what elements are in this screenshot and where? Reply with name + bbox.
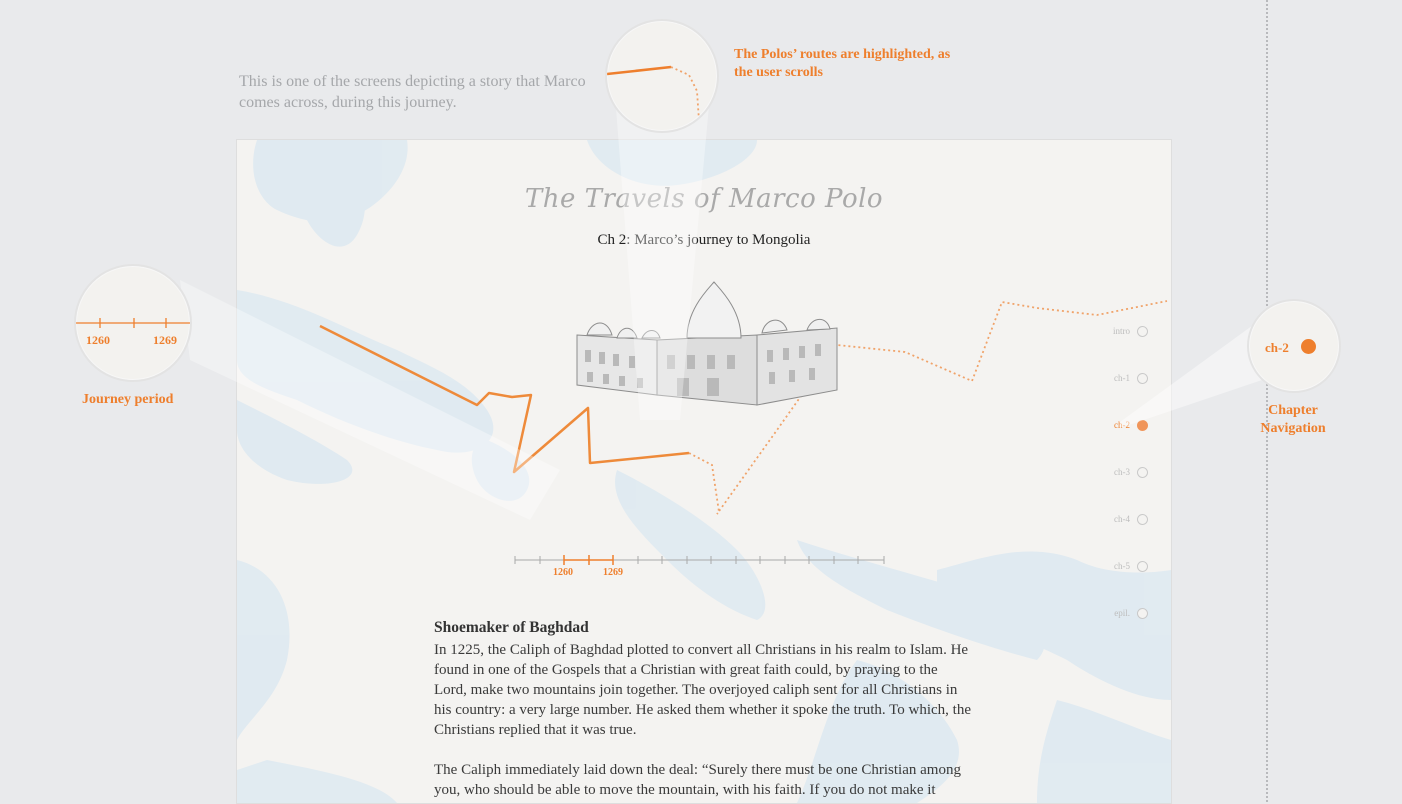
story-heading: Shoemaker of Baghdad [434,619,589,636]
chapter-nav-label: intro [1113,326,1130,336]
story-paragraph: In 1225, the Caliph of Baghdad plotted t… [434,642,972,738]
chapter-dot-icon [1137,420,1148,431]
intro-note: This is one of the screens depicting a s… [239,73,586,111]
timeline-end-label: 1269 [603,567,623,578]
chapter-nav-label: ch-3 [1114,467,1130,477]
chapter-nav-label: epil. [1114,608,1130,618]
chapter-nav-ch-1[interactable]: ch-1 [1082,372,1162,386]
chapter-nav-label: ch-1 [1114,373,1130,383]
chapter-nav-ch-5[interactable]: ch-5 [1082,560,1162,574]
chapter-dot-icon [1301,339,1316,354]
timeline-range [563,555,614,565]
story-screen: The Travels of Marco Polo Ch 2: Marco’s … [236,139,1172,804]
chapter-dot-icon [1137,326,1148,337]
story-paragraph: The Caliph immediately laid down the dea… [434,762,961,798]
journey-period-callout: 1260 1269 [74,264,192,382]
chapter-dot-icon [1137,514,1148,525]
chapter-nav-label: ch-5 [1114,561,1130,571]
chapter-nav-label: ch-2 [1114,420,1130,430]
callout-year-end: 1269 [153,333,177,347]
chapter-nav-ch-2[interactable]: ch-2 [1082,419,1162,433]
chapter-title: Ch 2: Marco’s journey to Mongolia [597,232,811,248]
chapter-nav-label: ch-4 [1114,514,1130,524]
routes-note: The Polos’ routes are highlighted, as th… [734,47,951,80]
chapter-dot-icon [1137,608,1148,619]
callout-chapter-label: ch-2 [1265,340,1289,355]
chapter-nav-note: Chapter Navigation [1260,403,1326,436]
chapter-nav-intro[interactable]: intro [1082,325,1162,339]
callout-year-start: 1260 [86,333,110,347]
chapter-nav-ch-4[interactable]: ch-4 [1082,513,1162,527]
guide-line [1266,0,1268,802]
chapter-dot-icon [1137,467,1148,478]
chapter-nav-callout: ch-2 [1247,299,1341,393]
timeline-start-label: 1260 [553,567,573,578]
chapter-nav-ch-3[interactable]: ch-3 [1082,466,1162,480]
app-title: The Travels of Marco Polo [524,184,884,214]
journey-period-label: Journey period [82,392,174,407]
chapter-nav-epilogue[interactable]: epil. [1082,607,1162,621]
story-panel: Shoemaker of Baghdad In 1225, the Caliph… [434,618,974,803]
palace-illustration [576,281,838,406]
chapter-dot-icon [1137,561,1148,572]
routes-callout [605,19,719,133]
chapter-dot-icon [1137,373,1148,384]
